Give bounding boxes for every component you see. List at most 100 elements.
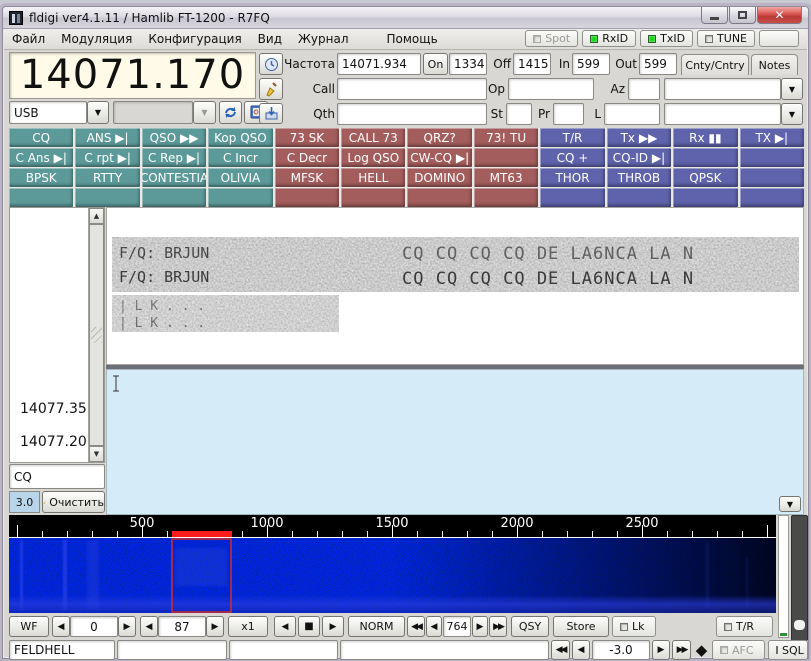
macro-button[interactable]: THOR (540, 168, 604, 187)
txid-toggle[interactable]: TxID (640, 30, 693, 47)
macro-button[interactable]: THROB (607, 168, 671, 187)
gain-value[interactable]: 87 (158, 616, 206, 637)
carrier-freq-value[interactable]: 764 (443, 616, 471, 637)
waterfall-offset-slider[interactable] (791, 515, 808, 641)
macro-button[interactable]: CQ-ID ▶| (607, 148, 671, 167)
macro-button[interactable] (75, 188, 139, 207)
pr-field[interactable] (553, 103, 584, 125)
speed-value[interactable]: 0 (70, 616, 118, 637)
macro-button[interactable]: Rx ▮▮ (673, 128, 737, 147)
wf-mode-button[interactable]: WF (9, 616, 49, 637)
macro-button[interactable]: HELL (341, 168, 405, 187)
snr-left2-arrow[interactable]: ◀◀ (551, 640, 570, 660)
macro-button[interactable] (341, 188, 405, 207)
browser-freq-item[interactable]: 14077.35 (20, 401, 87, 417)
mode-dropdown-arrow[interactable]: ▼ (87, 101, 109, 124)
macro-button[interactable]: OLIVIA (208, 168, 272, 187)
tx-scroll-down-icon[interactable]: ▼ (779, 496, 801, 512)
loc-field[interactable] (604, 103, 660, 125)
qsy-button[interactable]: QSY (511, 616, 549, 637)
rxid-toggle[interactable]: RxID (582, 30, 636, 47)
macro-button[interactable] (208, 188, 272, 207)
macro-button[interactable]: DOMINO (407, 168, 471, 187)
center-button[interactable]: ■ (298, 616, 320, 637)
macro-button[interactable]: MFSK (275, 168, 339, 187)
macro-button[interactable]: C Ans ▶| (9, 148, 73, 167)
macro-button[interactable] (474, 148, 538, 167)
op-field[interactable] (508, 78, 594, 100)
country-dropdown-arrow[interactable]: ▼ (781, 78, 803, 100)
macro-button[interactable] (740, 188, 804, 207)
mode-select[interactable]: USB (9, 101, 87, 124)
region-dropdown-arrow[interactable]: ▼ (781, 103, 803, 125)
macro-button[interactable]: QPSK (673, 168, 737, 187)
macro-button[interactable] (540, 188, 604, 207)
scroll-down-icon[interactable]: ▼ (89, 446, 104, 462)
menu-log[interactable]: Журнал (290, 30, 357, 48)
lock-toggle[interactable]: Lk (612, 616, 656, 637)
snr-right2-arrow[interactable]: ▶▶ (672, 640, 691, 660)
qth-field[interactable] (337, 103, 487, 125)
slider-thumb[interactable] (794, 620, 805, 630)
menu-config[interactable]: Конфигурация (140, 30, 249, 48)
shift-left-arrow[interactable]: ◀ (274, 616, 296, 637)
macro-button[interactable]: C Decr (275, 148, 339, 167)
tab-notes[interactable]: Notes (751, 54, 798, 75)
scrollbar-thumb[interactable] (89, 224, 104, 446)
tx-text-pane[interactable]: ▼ (106, 369, 804, 515)
clear-log-button[interactable] (259, 78, 283, 100)
frequency-display[interactable]: 14071.170 (9, 52, 256, 99)
macro-button[interactable]: CONTESTIA (142, 168, 206, 187)
st-field[interactable] (506, 103, 532, 125)
macro-button[interactable] (740, 168, 804, 187)
macro-button[interactable] (607, 188, 671, 207)
time-off-field[interactable]: 1415 (513, 53, 551, 75)
speed-left-arrow[interactable]: ◀ (52, 616, 70, 637)
freq-left-arrow[interactable]: ◀ (426, 616, 442, 637)
bandwidth-marker[interactable] (172, 531, 232, 537)
macro-button[interactable] (673, 188, 737, 207)
qso-time-button[interactable] (259, 53, 283, 75)
macro-button[interactable]: Log QSO (341, 148, 405, 167)
freq-left2-arrow[interactable]: ◀◀ (407, 616, 425, 637)
speed-right-arrow[interactable]: ▶ (118, 616, 136, 637)
call-field[interactable] (337, 78, 487, 100)
refresh-button[interactable] (219, 101, 242, 124)
macro-button[interactable]: QRZ? (407, 128, 471, 147)
country-select[interactable] (664, 78, 781, 100)
macro-button[interactable]: 73! TU (474, 128, 538, 147)
menu-modulation[interactable]: Модуляция (53, 30, 140, 48)
minimize-button[interactable] (701, 7, 728, 24)
macro-button[interactable]: RTTY (75, 168, 139, 187)
macro-button[interactable]: C Rep ▶| (142, 148, 206, 167)
mode-status[interactable]: FELDHELL (9, 640, 115, 660)
freq-right2-arrow[interactable]: ▶▶ (489, 616, 507, 637)
maximize-button[interactable] (729, 7, 756, 24)
macro-button[interactable] (275, 188, 339, 207)
macro-button[interactable]: ANS ▶| (75, 128, 139, 147)
save-qso-button[interactable] (259, 103, 283, 124)
time-on-field[interactable]: 1334 (449, 53, 487, 75)
norm-button[interactable]: NORM (348, 616, 405, 637)
menu-view[interactable]: Вид (250, 30, 290, 48)
browser-freq-item[interactable]: 14077.20 (20, 434, 87, 450)
macro-button[interactable]: C rpt ▶| (75, 148, 139, 167)
macro-button[interactable]: CALL 73 (341, 128, 405, 147)
macro-button[interactable]: TX ▶| (740, 128, 804, 147)
signal-browser[interactable]: 14077.35 14077.20 ▲ ▼ (9, 207, 105, 463)
macro-button[interactable]: CQ (9, 128, 73, 147)
macro-button[interactable]: Tx ▶▶ (607, 128, 671, 147)
macro-button[interactable]: C Incr (208, 148, 272, 167)
macro-button[interactable]: Kop QSO (208, 128, 272, 147)
macro-button[interactable]: 73 SK (275, 128, 339, 147)
macro-button[interactable]: BPSK (9, 168, 73, 187)
macro-button[interactable] (142, 188, 206, 207)
macro-button[interactable] (407, 188, 471, 207)
snr-right-arrow[interactable]: ▶ (652, 640, 670, 660)
rx-text-pane[interactable]: F/Q: BRJUN F/Q: BRJUN CQ CQ CQ CQ DE LA6… (106, 207, 804, 365)
region-select[interactable] (664, 103, 781, 125)
store-button[interactable]: Store (553, 616, 609, 637)
freq-field[interactable]: 14071.934 (337, 53, 421, 75)
close-button[interactable]: ✕ (757, 7, 802, 24)
macro-button[interactable] (474, 188, 538, 207)
